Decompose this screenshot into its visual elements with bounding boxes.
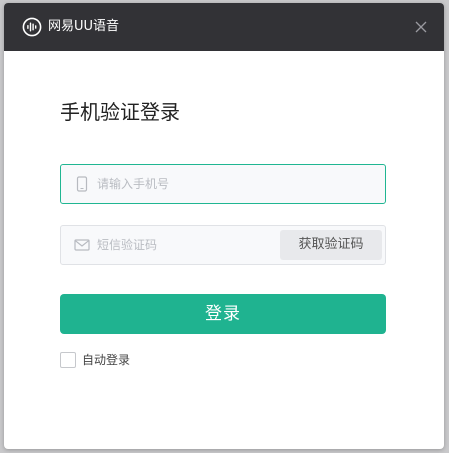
sms-code-input[interactable] <box>97 226 267 264</box>
auto-login-label: 自动登录 <box>82 353 131 367</box>
mail-icon <box>74 239 90 251</box>
phone-icon <box>76 176 88 192</box>
phone-field[interactable] <box>60 164 386 204</box>
phone-input[interactable] <box>97 165 297 203</box>
uu-voice-logo-icon <box>22 17 42 37</box>
get-code-button[interactable]: 获取验证码 <box>280 230 382 260</box>
login-window: 网易UU语音 手机验证登录 获取验证码 登录 自动登录 <box>4 3 444 449</box>
page-title: 手机验证登录 <box>60 100 180 124</box>
sms-code-field[interactable]: 获取验证码 <box>60 225 386 265</box>
login-button[interactable]: 登录 <box>60 294 386 334</box>
auto-login-checkbox[interactable] <box>60 352 76 368</box>
close-icon[interactable] <box>412 18 430 36</box>
app-title: 网易UU语音 <box>48 19 120 34</box>
title-bar[interactable]: 网易UU语音 <box>4 3 444 51</box>
